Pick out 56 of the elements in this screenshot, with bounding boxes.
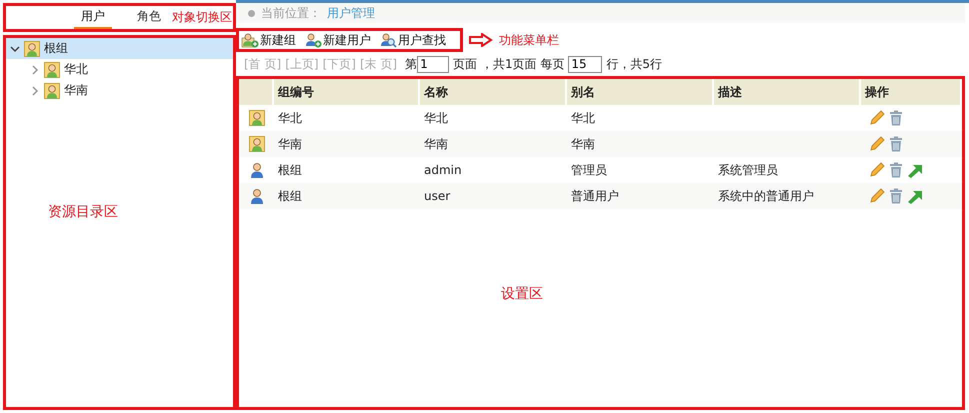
- column-header: 描述: [714, 79, 861, 105]
- breadcrumb-label: 当前位置：: [261, 4, 321, 22]
- tree-label: 根组: [44, 40, 68, 57]
- pager-text: 第: [405, 56, 418, 72]
- user-group-icon: [249, 110, 265, 126]
- add-user-icon: [304, 32, 322, 48]
- tab[interactable]: 用户: [74, 6, 112, 29]
- toolbar-button[interactable]: 用户查找: [377, 32, 448, 48]
- trash-icon[interactable]: [889, 162, 903, 178]
- chevron-icon[interactable]: [10, 44, 20, 54]
- user-group-icon: [249, 136, 265, 152]
- annotation-label: 对象切换区: [172, 9, 232, 26]
- user-group-icon: [44, 82, 60, 98]
- tree-label: 华北: [64, 61, 88, 78]
- pencil-icon[interactable]: [869, 188, 885, 204]
- user-group-icon: [44, 62, 60, 78]
- pencil-icon[interactable]: [869, 136, 885, 152]
- arrow-icon[interactable]: [907, 188, 923, 204]
- add-group-icon: [241, 32, 259, 48]
- pager-text: 页面 ，共1页面 每页: [453, 56, 564, 72]
- toolbar-button[interactable]: 新建组: [239, 32, 298, 48]
- bullet-icon: [248, 10, 255, 16]
- find-user-icon: [379, 32, 397, 48]
- pencil-icon[interactable]: [869, 162, 885, 178]
- table-cell: 华南: [274, 131, 420, 157]
- table-cell: 系统中的普通用户: [714, 183, 861, 209]
- tab[interactable]: 角色: [130, 6, 168, 29]
- table-cell: 华南: [420, 131, 567, 157]
- pencil-icon[interactable]: [869, 110, 885, 126]
- trash-icon[interactable]: [889, 188, 903, 204]
- annotation-label: 资源目录区: [48, 204, 118, 220]
- table-cell: 华南: [567, 131, 714, 157]
- tree-label: 华南: [64, 82, 88, 99]
- pager-text: 行，共5行: [606, 56, 662, 72]
- column-header: 操作: [861, 79, 962, 105]
- column-header: 名称: [420, 79, 567, 105]
- page-input[interactable]: 1: [417, 56, 450, 72]
- annotation-label: 功能菜单栏: [499, 32, 559, 48]
- table-cell: 普通用户: [567, 183, 714, 209]
- user-icon: [249, 162, 265, 178]
- tree-item[interactable]: 根组: [6, 38, 233, 59]
- arrow-icon[interactable]: [907, 162, 923, 178]
- annotation-label: 设置区: [501, 286, 543, 302]
- toolbar-button[interactable]: 新建用户: [302, 32, 373, 48]
- table-cell: 根组: [274, 183, 420, 209]
- table-cell: user: [420, 183, 567, 209]
- arrow-icon: [469, 33, 493, 47]
- user-group-icon: [24, 40, 40, 56]
- tree-item[interactable]: 华南: [6, 80, 233, 101]
- column-header: 组编号: [274, 79, 420, 105]
- user-icon: [249, 188, 265, 204]
- tree-item[interactable]: 华北: [6, 59, 233, 80]
- trash-icon[interactable]: [889, 136, 903, 152]
- column-header: 别名: [567, 79, 714, 105]
- page-size-input[interactable]: 15: [568, 56, 602, 72]
- trash-icon[interactable]: [889, 110, 903, 126]
